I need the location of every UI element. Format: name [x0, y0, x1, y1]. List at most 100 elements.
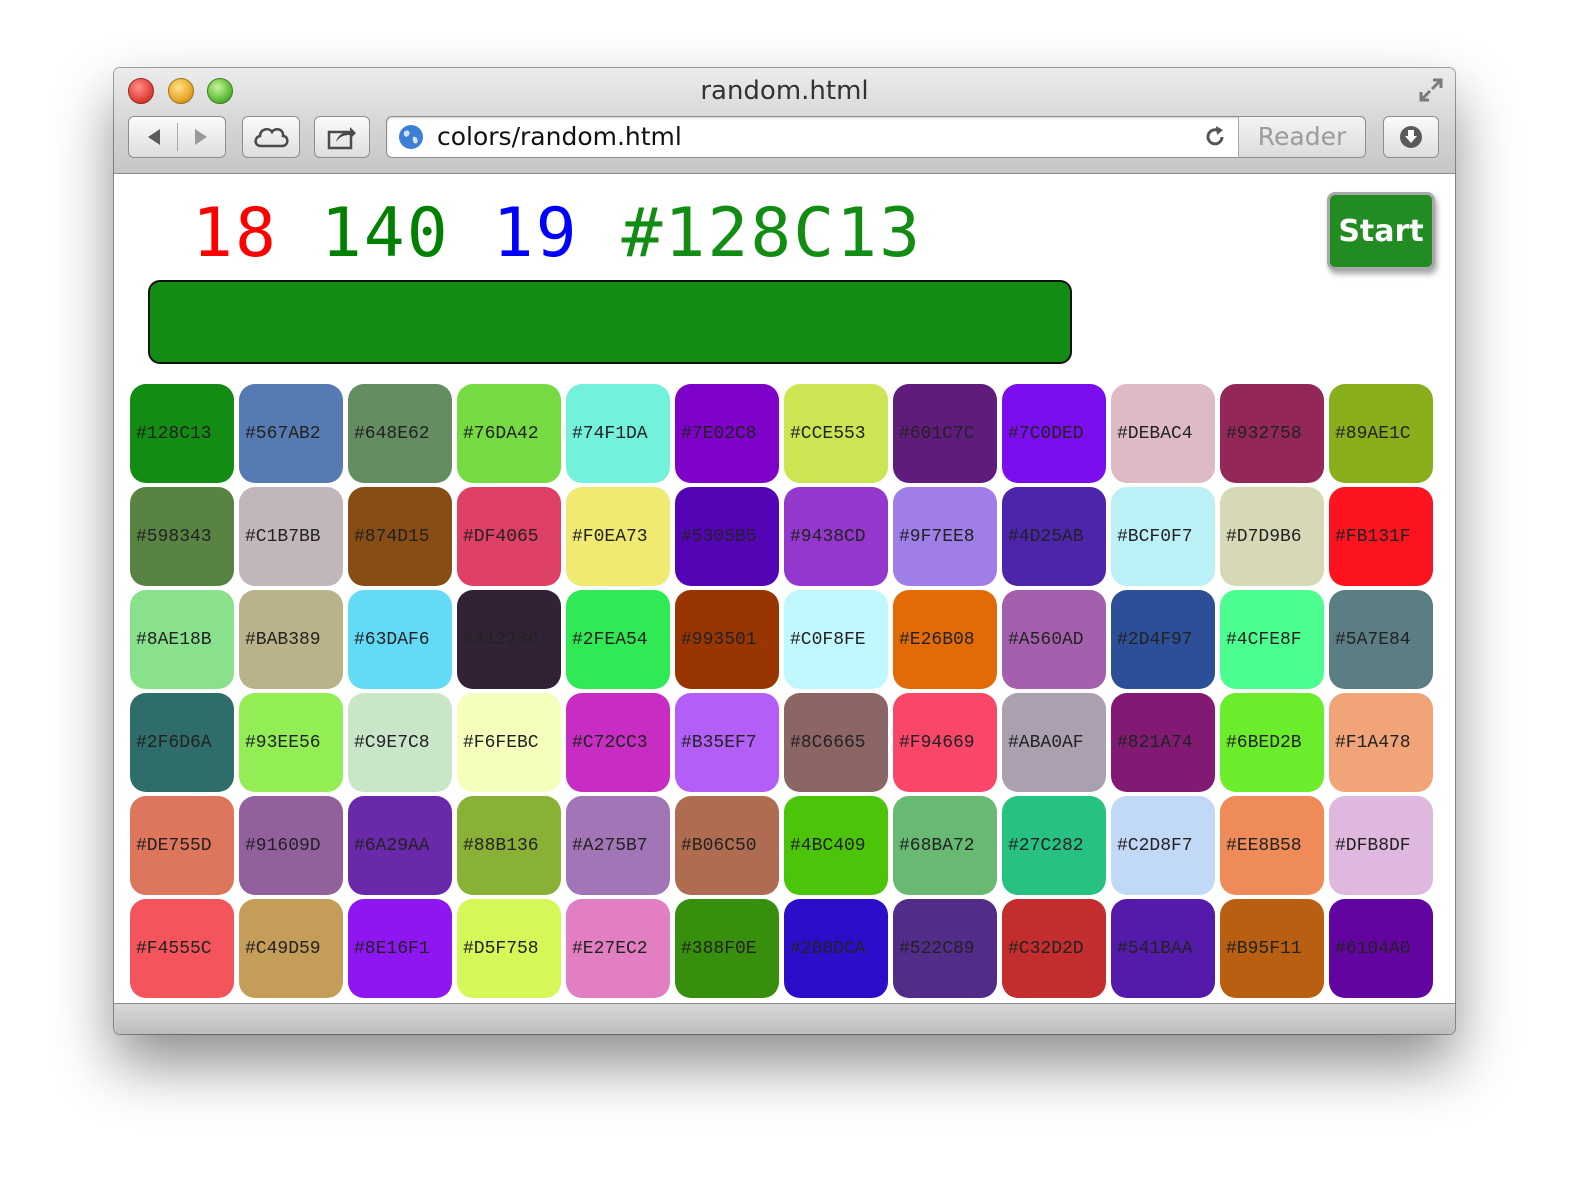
color-swatch[interactable]: #821A74 [1111, 693, 1215, 792]
download-icon [1400, 126, 1422, 148]
color-swatch[interactable]: #993501 [675, 590, 779, 689]
color-swatch[interactable]: #BCF0F7 [1111, 487, 1215, 586]
color-swatch[interactable]: #541BAA [1111, 899, 1215, 998]
swatch-grid: #128C13 #567AB2 #648E62 #76DA42 #74F1DA #7E02… [130, 384, 1433, 998]
status-bar [114, 1003, 1455, 1034]
color-swatch[interactable]: #F6FEBC [457, 693, 561, 792]
address-bar[interactable]: colors/random.html Reader [386, 116, 1366, 158]
color-swatch[interactable]: #5305B5 [675, 487, 779, 586]
color-swatch[interactable]: #648E62 [348, 384, 452, 483]
color-swatch[interactable]: #63DAF6 [348, 590, 452, 689]
color-swatch[interactable]: #601C7C [893, 384, 997, 483]
color-swatch[interactable]: #C32D2D [1002, 899, 1106, 998]
color-swatch[interactable]: #68BA72 [893, 796, 997, 895]
back-forward-buttons [128, 116, 226, 158]
red-value: 18 [192, 194, 278, 273]
browser-window: random.html colors/random.html Reader 18… [114, 68, 1455, 1034]
hex-value: #128C13 [621, 194, 923, 273]
color-swatch[interactable]: #2F6D6A [130, 693, 234, 792]
start-button[interactable]: Start [1327, 192, 1435, 270]
color-swatch[interactable]: #567AB2 [239, 384, 343, 483]
color-swatch[interactable]: #522C89 [893, 899, 997, 998]
color-swatch[interactable]: #C1B7BB [239, 487, 343, 586]
color-swatch[interactable]: #ABA0AF [1002, 693, 1106, 792]
fullscreen-icon[interactable] [1417, 76, 1445, 104]
color-swatch[interactable]: #7E02C8 [675, 384, 779, 483]
icloud-tabs-button[interactable] [242, 116, 300, 158]
color-swatch[interactable]: #6A29AA [348, 796, 452, 895]
color-swatch[interactable]: #E26B08 [893, 590, 997, 689]
forward-arrow-icon[interactable] [192, 127, 210, 147]
color-swatch[interactable]: #DF4065 [457, 487, 561, 586]
color-swatch[interactable]: #27C282 [1002, 796, 1106, 895]
color-swatch[interactable]: #8E16F1 [348, 899, 452, 998]
color-swatch[interactable]: #4BC409 [784, 796, 888, 895]
color-swatch[interactable]: #C49D59 [239, 899, 343, 998]
color-swatch[interactable]: #93EE56 [239, 693, 343, 792]
color-swatch[interactable]: #74F1DA [566, 384, 670, 483]
color-swatch[interactable]: #388F0E [675, 899, 779, 998]
color-swatch[interactable]: #76DA42 [457, 384, 561, 483]
color-swatch[interactable]: #CCE553 [784, 384, 888, 483]
color-swatch[interactable]: #C9E7C8 [348, 693, 452, 792]
toolbar-divider [176, 123, 178, 151]
color-swatch[interactable]: #4CFE8F [1220, 590, 1324, 689]
color-swatch[interactable]: #D7D9B6 [1220, 487, 1324, 586]
color-swatch[interactable]: #312236 [457, 590, 561, 689]
color-swatch[interactable]: #C72CC3 [566, 693, 670, 792]
color-swatch[interactable]: #874D15 [348, 487, 452, 586]
color-swatch[interactable]: #BAB389 [239, 590, 343, 689]
green-value: 140 [320, 194, 450, 273]
color-swatch[interactable]: #7C0DED [1002, 384, 1106, 483]
window-title: random.html [700, 76, 869, 106]
color-swatch[interactable]: #9F7EE8 [893, 487, 997, 586]
color-swatch[interactable]: #4D25AB [1002, 487, 1106, 586]
color-swatch[interactable]: #F0EA73 [566, 487, 670, 586]
share-button[interactable] [314, 116, 370, 158]
color-swatch[interactable]: #A275B7 [566, 796, 670, 895]
color-swatch[interactable]: #F1A478 [1329, 693, 1433, 792]
color-swatch[interactable]: #89AE1C [1329, 384, 1433, 483]
color-swatch[interactable]: #2B0DCA [784, 899, 888, 998]
cloud-icon [254, 127, 289, 148]
color-swatch[interactable]: #598343 [130, 487, 234, 586]
color-swatch[interactable]: #91609D [239, 796, 343, 895]
color-swatch[interactable]: #8AE18B [130, 590, 234, 689]
reader-button[interactable]: Reader [1238, 117, 1365, 157]
back-arrow-icon[interactable] [145, 127, 163, 147]
rgb-readout: 18 140 19 #128C13 [192, 194, 922, 273]
color-swatch[interactable]: #B35EF7 [675, 693, 779, 792]
color-swatch[interactable]: #9438CD [784, 487, 888, 586]
color-swatch[interactable]: #88B136 [457, 796, 561, 895]
color-swatch[interactable]: #EE8B58 [1220, 796, 1324, 895]
color-swatch[interactable]: #E27EC2 [566, 899, 670, 998]
share-icon [327, 127, 356, 150]
url-text[interactable]: colors/random.html [437, 122, 682, 151]
color-swatch[interactable]: #C0F8FE [784, 590, 888, 689]
color-swatch[interactable]: #D5F758 [457, 899, 561, 998]
color-swatch[interactable]: #B06C50 [675, 796, 779, 895]
color-swatch[interactable]: #DFB8DF [1329, 796, 1433, 895]
color-swatch[interactable]: #A560AD [1002, 590, 1106, 689]
globe-icon [399, 125, 423, 149]
color-swatch[interactable]: #FB131F [1329, 487, 1433, 586]
color-swatch[interactable]: #B95F11 [1220, 899, 1324, 998]
color-swatch[interactable]: #F94669 [893, 693, 997, 792]
color-swatch[interactable]: #C2D8F7 [1111, 796, 1215, 895]
color-swatch[interactable]: #8C6665 [784, 693, 888, 792]
color-swatch[interactable]: #6BED2B [1220, 693, 1324, 792]
color-swatch[interactable]: #128C13 [130, 384, 234, 483]
color-swatch[interactable]: #2D4F97 [1111, 590, 1215, 689]
color-swatch[interactable]: #F4555C [130, 899, 234, 998]
color-swatch[interactable]: #932758 [1220, 384, 1324, 483]
color-swatch[interactable]: #DEBAC4 [1111, 384, 1215, 483]
reload-icon[interactable] [1203, 125, 1227, 149]
title-bar: random.html colors/random.html Reader [114, 68, 1455, 174]
page-content: 18 140 19 #128C13 Start #128C13 #567AB2 #6… [114, 174, 1455, 1003]
color-swatch[interactable]: #5A7E84 [1329, 590, 1433, 689]
color-preview-bar [148, 280, 1072, 364]
downloads-button[interactable] [1383, 116, 1439, 158]
color-swatch[interactable]: #DE755D [130, 796, 234, 895]
color-swatch[interactable]: #6104A0 [1329, 899, 1433, 998]
color-swatch[interactable]: #2FEA54 [566, 590, 670, 689]
